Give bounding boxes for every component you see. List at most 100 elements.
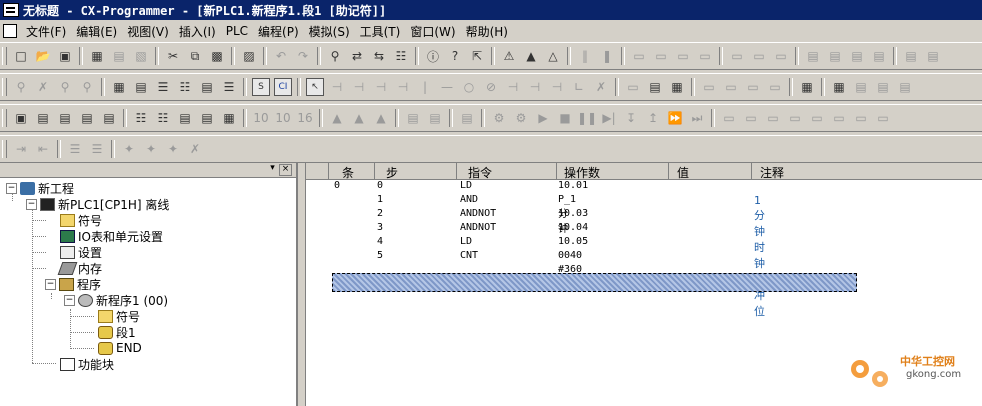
clipboard-icon[interactable]: ▨ bbox=[240, 47, 258, 65]
breakpoint-clear-icon[interactable]: ▭ bbox=[742, 109, 760, 127]
io-comment-icon[interactable]: ▦ bbox=[798, 78, 816, 96]
open-folder-icon[interactable]: 📂 bbox=[34, 47, 52, 65]
tree-programs[interactable]: − 程序 bbox=[45, 276, 101, 292]
sim-pause-icon[interactable]: ❚❚ bbox=[577, 109, 597, 127]
simulator-icon[interactable]: ⚙ bbox=[490, 109, 508, 127]
project-view-icon[interactable]: ▤ bbox=[852, 78, 870, 96]
indent-icon[interactable]: ⇥ bbox=[12, 140, 30, 158]
memory-window-icon[interactable]: ▤ bbox=[78, 109, 96, 127]
outdent-icon[interactable]: ⇤ bbox=[34, 140, 52, 158]
plc-io-icon[interactable]: ▤ bbox=[826, 47, 844, 65]
data-trace-icon[interactable]: ▤ bbox=[404, 109, 422, 127]
plc-setup-icon[interactable]: ▤ bbox=[848, 47, 866, 65]
zoom-out-icon[interactable]: ⚲ bbox=[78, 78, 96, 96]
collapse-icon[interactable]: − bbox=[26, 198, 37, 210]
find-icon[interactable]: ⚲ bbox=[326, 47, 344, 65]
address-reference-icon[interactable]: ☷ bbox=[392, 47, 410, 65]
contact-or-nc-icon[interactable]: ⊣ bbox=[394, 78, 412, 96]
watch-view-icon[interactable]: ▤ bbox=[896, 78, 914, 96]
io-table-window-icon[interactable]: ▤ bbox=[176, 109, 194, 127]
output-window-icon[interactable]: ▭ bbox=[744, 78, 762, 96]
menu-program[interactable]: 编程(P) bbox=[253, 23, 304, 40]
sim-step-icon[interactable]: ▶| bbox=[600, 109, 618, 127]
line-connect-icon[interactable]: ∟ bbox=[570, 78, 588, 96]
tree-memory[interactable]: 内存 bbox=[57, 260, 102, 276]
run-mode-icon[interactable]: ‖ bbox=[576, 47, 594, 65]
selection-highlight[interactable] bbox=[332, 273, 857, 292]
tool-a-icon[interactable]: ✦ bbox=[120, 140, 138, 158]
cross-ref-window-icon[interactable]: ▭ bbox=[722, 78, 740, 96]
tree-program1[interactable]: − 新程序1 (00) bbox=[64, 292, 168, 308]
menu-insert[interactable]: 插入(I) bbox=[174, 23, 221, 40]
help-icon[interactable]: ? bbox=[446, 47, 464, 65]
breakpoint-icon[interactable]: ▭ bbox=[720, 109, 738, 127]
pin-icon[interactable]: ▾ bbox=[267, 164, 278, 174]
condition-icon[interactable]: ▭ bbox=[808, 109, 826, 127]
sim-step-out-icon[interactable]: ↥ bbox=[644, 109, 662, 127]
collapse-icon[interactable]: − bbox=[64, 294, 75, 306]
display-16-icon[interactable]: 16 bbox=[296, 109, 314, 127]
watch-window-icon[interactable]: ▭ bbox=[700, 78, 718, 96]
zoom-in-icon[interactable]: ⚲ bbox=[12, 78, 30, 96]
about-icon[interactable]: ⓘ bbox=[424, 47, 442, 65]
toolbar-grip[interactable] bbox=[2, 109, 7, 127]
tree-symbols[interactable]: 符号 bbox=[60, 212, 102, 228]
header-instruction[interactable]: 指令 bbox=[468, 164, 492, 181]
force-off-icon[interactable]: ▲ bbox=[350, 109, 368, 127]
sim-run-icon[interactable]: ▶ bbox=[534, 109, 552, 127]
horizontal-line-icon[interactable]: — bbox=[438, 78, 456, 96]
tree-io-table[interactable]: IO表和单元设置 bbox=[60, 228, 163, 244]
force-on-icon[interactable]: ▲ bbox=[328, 109, 346, 127]
io-table-icon[interactable]: ▤ bbox=[902, 47, 920, 65]
warning-icon[interactable]: ⚠ bbox=[500, 47, 518, 65]
instruction-icon[interactable]: ⊣ bbox=[504, 78, 522, 96]
stop-mode-icon[interactable]: ❚ bbox=[598, 47, 616, 65]
zoom-clear-icon[interactable]: ✗ bbox=[34, 78, 52, 96]
header-rung[interactable]: 条 bbox=[342, 164, 354, 181]
mnemonic-view-icon[interactable]: ▤ bbox=[198, 78, 216, 96]
trigger-icon[interactable]: ▭ bbox=[786, 109, 804, 127]
redo-icon[interactable]: ↷ bbox=[294, 47, 312, 65]
tree-function-blocks[interactable]: 功能块 bbox=[60, 356, 114, 372]
download-icon[interactable]: ▭ bbox=[696, 47, 714, 65]
undo-icon[interactable]: ↶ bbox=[272, 47, 290, 65]
grid-icon[interactable]: ▦ bbox=[110, 78, 128, 96]
unit-setup-icon[interactable]: ▤ bbox=[924, 47, 942, 65]
settings-window-icon[interactable]: ▤ bbox=[100, 109, 118, 127]
tree-end[interactable]: END bbox=[98, 340, 142, 356]
toolbar-grip[interactable] bbox=[2, 78, 7, 96]
sim-end-icon[interactable]: ⏭ bbox=[688, 109, 706, 127]
cross-reference-icon[interactable]: ⇆ bbox=[370, 47, 388, 65]
header-value[interactable]: 值 bbox=[677, 164, 689, 181]
transfer-icon[interactable]: ▭ bbox=[652, 47, 670, 65]
zoom-icon[interactable]: ⚲ bbox=[56, 78, 74, 96]
contact-nc-icon[interactable]: ⊣ bbox=[350, 78, 368, 96]
ci-icon[interactable]: CI bbox=[274, 78, 292, 96]
line-delete-icon[interactable]: ✗ bbox=[592, 78, 610, 96]
menu-window[interactable]: 窗口(W) bbox=[405, 23, 460, 40]
sim-fast-icon[interactable]: ⏩ bbox=[666, 109, 684, 127]
monitor-icon[interactable]: ▭ bbox=[750, 47, 768, 65]
memory-view-icon[interactable]: ▦ bbox=[830, 78, 848, 96]
condition-list-icon[interactable]: ▭ bbox=[852, 109, 870, 127]
tool-b-icon[interactable]: ✦ bbox=[142, 140, 160, 158]
print-icon[interactable]: ▤ bbox=[110, 47, 128, 65]
menu-simulate[interactable]: 模拟(S) bbox=[304, 23, 355, 40]
plc-memory-icon[interactable]: ▤ bbox=[804, 47, 822, 65]
function-block-icon[interactable]: ☷ bbox=[132, 109, 150, 127]
time-chart-icon[interactable]: ▤ bbox=[426, 109, 444, 127]
sim-step-in-icon[interactable]: ↧ bbox=[622, 109, 640, 127]
smc-icon[interactable]: S bbox=[252, 78, 270, 96]
differential-monitor-icon[interactable]: ▭ bbox=[772, 47, 790, 65]
align-list-icon[interactable]: ☰ bbox=[66, 140, 84, 158]
ladder-window-icon[interactable]: ▤ bbox=[34, 109, 52, 127]
header-comment[interactable]: 注释 bbox=[760, 164, 784, 181]
symbol-table-icon[interactable]: ☷ bbox=[154, 109, 172, 127]
scan-time-icon[interactable]: ▤ bbox=[458, 109, 476, 127]
sim-stop-icon[interactable]: ■ bbox=[556, 109, 574, 127]
list-display-icon[interactable]: ☰ bbox=[154, 78, 172, 96]
monitor-display-icon[interactable]: ☷ bbox=[176, 78, 194, 96]
toolbar-grip[interactable] bbox=[2, 140, 7, 158]
menu-view[interactable]: 视图(V) bbox=[122, 23, 174, 40]
collapse-icon[interactable]: − bbox=[6, 182, 17, 194]
